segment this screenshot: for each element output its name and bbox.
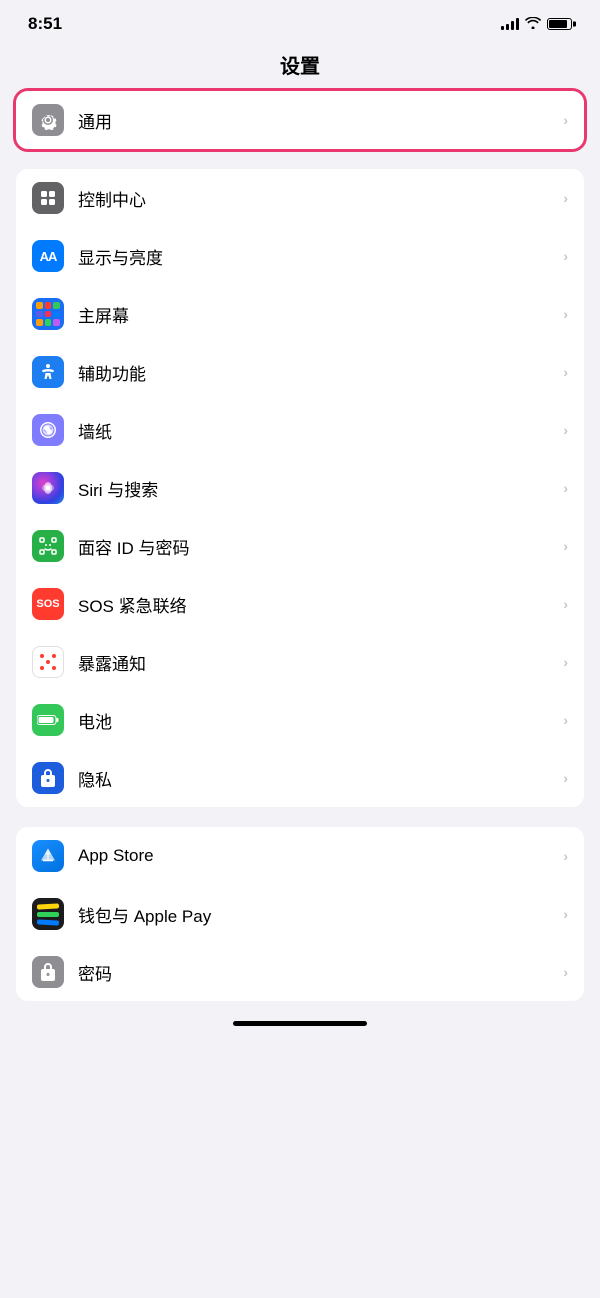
chevron-icon: › <box>563 306 568 322</box>
wallpaper-label: 墙纸 <box>78 418 555 443</box>
control-center-icon <box>32 182 64 214</box>
general-icon <box>32 104 64 136</box>
chevron-icon: › <box>563 654 568 670</box>
chevron-icon: › <box>563 538 568 554</box>
status-bar: 8:51 <box>0 0 600 42</box>
settings-item-exposure[interactable]: 暴露通知 › <box>16 633 584 691</box>
settings-item-siri[interactable]: Siri 与搜索 › <box>16 459 584 517</box>
sos-icon: SOS <box>32 588 64 620</box>
settings-item-home-screen[interactable]: 主屏幕 › <box>16 285 584 343</box>
privacy-icon <box>32 762 64 794</box>
chevron-icon: › <box>563 964 568 980</box>
exposure-icon <box>32 646 64 678</box>
faceid-icon <box>32 530 64 562</box>
page-title: 设置 <box>0 42 600 91</box>
settings-item-accessibility[interactable]: 辅助功能 › <box>16 343 584 401</box>
appstore-label: App Store <box>78 846 555 866</box>
battery-icon <box>547 18 572 30</box>
settings-item-passwords[interactable]: 密码 › <box>16 943 584 1001</box>
settings-item-general[interactable]: 通用 › <box>16 91 584 149</box>
home-screen-icon <box>32 298 64 330</box>
sos-label: SOS 紧急联络 <box>78 592 555 617</box>
settings-item-privacy[interactable]: 隐私 › <box>16 749 584 807</box>
signal-icon <box>501 18 519 30</box>
chevron-icon: › <box>563 248 568 264</box>
control-center-label: 控制中心 <box>78 186 555 211</box>
siri-icon <box>32 472 64 504</box>
privacy-label: 隐私 <box>78 766 555 791</box>
passwords-icon <box>32 956 64 988</box>
chevron-icon: › <box>563 190 568 206</box>
main-section: 控制中心 › AA 显示与亮度 › 主屏幕 › <box>16 169 584 807</box>
settings-item-faceid[interactable]: 面容 ID 与密码 › <box>16 517 584 575</box>
wallpaper-icon <box>32 414 64 446</box>
settings-item-control-center[interactable]: 控制中心 › <box>16 169 584 227</box>
chevron-icon: › <box>563 848 568 864</box>
status-icons <box>501 16 572 32</box>
settings-item-appstore[interactable]: App Store › <box>16 827 584 885</box>
siri-label: Siri 与搜索 <box>78 476 555 501</box>
chevron-icon: › <box>563 712 568 728</box>
home-indicator <box>233 1021 367 1026</box>
chevron-icon: › <box>563 480 568 496</box>
chevron-icon: › <box>563 770 568 786</box>
status-time: 8:51 <box>28 14 62 34</box>
settings-item-sos[interactable]: SOS SOS 紧急联络 › <box>16 575 584 633</box>
settings-item-wallpaper[interactable]: 墙纸 › <box>16 401 584 459</box>
passwords-label: 密码 <box>78 960 555 985</box>
chevron-icon: › <box>563 422 568 438</box>
faceid-label: 面容 ID 与密码 <box>78 534 555 559</box>
general-section: 通用 › <box>16 91 584 149</box>
display-label: 显示与亮度 <box>78 244 555 269</box>
settings-item-wallet[interactable]: 钱包与 Apple Pay › <box>16 885 584 943</box>
battery-settings-icon <box>32 704 64 736</box>
display-icon: AA <box>32 240 64 272</box>
chevron-icon: › <box>563 364 568 380</box>
store-section: App Store › 钱包与 Apple Pay › 密码 › <box>16 827 584 1001</box>
chevron-icon: › <box>563 112 568 128</box>
settings-item-battery[interactable]: 电池 › <box>16 691 584 749</box>
wallet-label: 钱包与 Apple Pay <box>78 902 555 927</box>
chevron-icon: › <box>563 906 568 922</box>
exposure-label: 暴露通知 <box>78 650 555 675</box>
accessibility-icon <box>32 356 64 388</box>
accessibility-label: 辅助功能 <box>78 360 555 385</box>
home-screen-label: 主屏幕 <box>78 302 555 327</box>
wallet-icon <box>32 898 64 930</box>
chevron-icon: › <box>563 596 568 612</box>
wifi-icon <box>525 16 541 32</box>
general-label: 通用 <box>78 108 555 133</box>
settings-item-display[interactable]: AA 显示与亮度 › <box>16 227 584 285</box>
battery-label: 电池 <box>78 708 555 733</box>
appstore-icon <box>32 840 64 872</box>
